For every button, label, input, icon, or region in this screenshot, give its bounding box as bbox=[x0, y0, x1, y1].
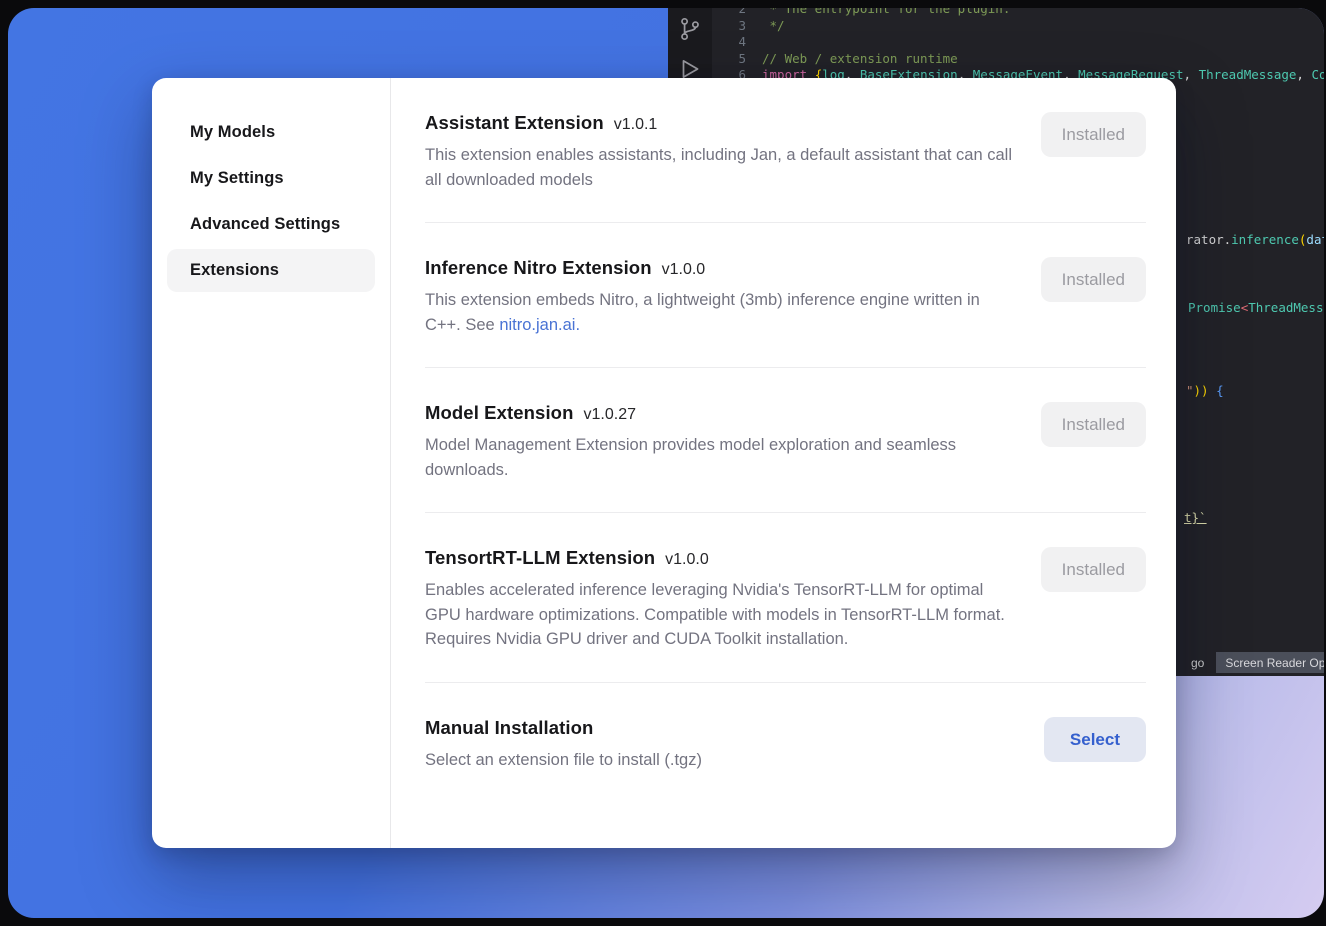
code-line: 4 bbox=[712, 34, 1324, 51]
extension-description: This extension embeds Nitro, a lightweig… bbox=[425, 288, 1017, 337]
hero-composite-background: 2 * The entrypoint for the plugin.3 */45… bbox=[8, 8, 1324, 918]
extension-version: v1.0.1 bbox=[614, 116, 658, 134]
extension-name: Model Extension bbox=[425, 402, 574, 424]
screen-reader-badge: Screen Reader Optimized bbox=[1216, 652, 1324, 673]
extension-row: TensortRT-LLM Extension v1.0.0 Enables acc… bbox=[425, 513, 1146, 683]
installed-button[interactable]: Installed bbox=[1041, 257, 1146, 302]
manual-installation-description: Select an extension file to install (.tg… bbox=[425, 748, 702, 773]
editor-code-lines: 2 * The entrypoint for the plugin.3 */45… bbox=[712, 8, 1324, 84]
sidebar-item-my-models[interactable]: My Models bbox=[167, 111, 375, 154]
extension-description: This extension enables assistants, inclu… bbox=[425, 143, 1017, 192]
code-fragment: Promise<ThreadMessage> bbox=[1188, 300, 1324, 315]
manual-installation-title: Manual Installation bbox=[425, 717, 593, 739]
installed-button[interactable]: Installed bbox=[1041, 112, 1146, 157]
select-file-button[interactable]: Select bbox=[1044, 717, 1146, 762]
extension-description: Enables accelerated inference leveraging… bbox=[425, 578, 1017, 652]
code-fragment: rator.inference(data)); bbox=[1186, 232, 1324, 247]
code-line: 2 * The entrypoint for the plugin. bbox=[712, 8, 1324, 18]
code-fragment: ")) { bbox=[1186, 383, 1224, 398]
manual-installation-row: Manual Installation Select an extension … bbox=[425, 683, 1146, 803]
extension-version: v1.0.27 bbox=[584, 406, 636, 424]
extension-name: TensortRT-LLM Extension bbox=[425, 547, 655, 569]
installed-button[interactable]: Installed bbox=[1041, 402, 1146, 447]
settings-panel: My ModelsMy SettingsAdvanced SettingsExt… bbox=[152, 78, 1176, 848]
extensions-list: Assistant Extension v1.0.1 This extension … bbox=[391, 78, 1176, 848]
extension-row: Inference Nitro Extension v1.0.0 This exte… bbox=[425, 223, 1146, 368]
sidebar-nav: My ModelsMy SettingsAdvanced SettingsExt… bbox=[152, 78, 391, 848]
nitro-jan-ai-link[interactable]: nitro.jan.ai. bbox=[499, 316, 580, 334]
extension-name: Assistant Extension bbox=[425, 112, 604, 134]
extension-name: Inference Nitro Extension bbox=[425, 257, 652, 279]
extension-version: v1.0.0 bbox=[665, 551, 709, 569]
sidebar-item-extensions[interactable]: Extensions bbox=[167, 249, 375, 292]
extension-row: Model Extension v1.0.27 Model Management E… bbox=[425, 368, 1146, 513]
sidebar-item-my-settings[interactable]: My Settings bbox=[167, 157, 375, 200]
sidebar-item-advanced-settings[interactable]: Advanced Settings bbox=[167, 203, 375, 246]
editor-status-bar: go Screen Reader Optimized bbox=[1168, 652, 1324, 673]
code-line: 3 */ bbox=[712, 18, 1324, 35]
source-control-icon bbox=[677, 16, 703, 42]
extension-description: Model Management Extension provides mode… bbox=[425, 433, 1017, 482]
code-line: 5// Web / extension runtime bbox=[712, 51, 1324, 68]
extension-version: v1.0.0 bbox=[662, 261, 706, 279]
installed-button[interactable]: Installed bbox=[1041, 547, 1146, 592]
code-fragment: t}` bbox=[1184, 510, 1207, 525]
extension-row: Assistant Extension v1.0.1 This extension … bbox=[425, 78, 1146, 223]
